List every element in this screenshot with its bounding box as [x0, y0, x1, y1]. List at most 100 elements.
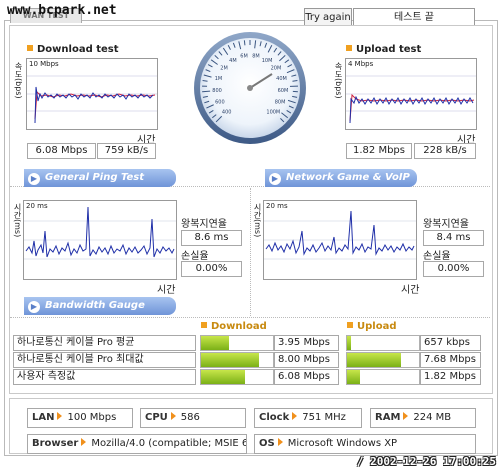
gauge-tick-label: 800 — [212, 88, 222, 94]
game-chart: 20 ms — [263, 200, 417, 280]
divider — [250, 188, 251, 316]
clock-info: Clock 751 MHz — [254, 408, 362, 428]
capture-timestamp: / 2002-12-26 17:00:25 — [356, 455, 496, 468]
ping-scale: 20 ms — [26, 202, 48, 210]
ping-axis-label: 시간(ms) — [13, 203, 22, 238]
upload-title: Upload test — [346, 44, 421, 55]
gauge-tick-label: 100M — [266, 109, 280, 115]
upload-bar-fill — [347, 353, 401, 367]
download-bar — [200, 352, 274, 368]
bandwidth-row-label: 하나로통신 케이블 Pro 최대값 — [13, 352, 196, 368]
upload-kbs: 228 kB/s — [414, 143, 476, 159]
gauge-tick-label: 2M — [220, 66, 228, 72]
upload-bar — [346, 335, 420, 351]
ping-loss-value: 0.00% — [181, 261, 242, 277]
download-value: 8.00 Mbps — [274, 352, 339, 368]
gauge-tick-label: 40M — [276, 76, 287, 82]
gauge-tick — [202, 90, 211, 93]
game-scale: 20 ms — [266, 202, 288, 210]
download-bar — [200, 335, 274, 351]
download-bar-fill — [201, 370, 245, 384]
bullet-icon — [347, 322, 353, 328]
gauge-hub — [247, 85, 253, 91]
game-axis-label: 시간(ms) — [253, 203, 262, 238]
upload-value: 1.82 Mbps — [420, 369, 481, 385]
upload-value: 7.68 Mbps — [420, 352, 481, 368]
gauge-tick-label: 60M — [278, 88, 289, 94]
game-loss-value: 0.00% — [423, 261, 484, 277]
download-bar-fill — [201, 353, 259, 367]
site-watermark: www.bcpark.net — [7, 3, 117, 18]
download-value: 3.95 Mbps — [274, 335, 339, 351]
bandwidth-download-header: Download — [201, 321, 267, 332]
speed-gauge: 400 600 800 1M 2M 4M 6M 8M 10M 20M 40M 60M 80M 100M — [192, 30, 308, 146]
upload-bar-fill — [347, 336, 352, 350]
bullet-icon — [346, 45, 352, 51]
upload-bar — [346, 369, 420, 385]
os-info: OS Microsoft Windows XP — [254, 434, 476, 454]
arrow-icon — [170, 412, 176, 420]
download-graph — [27, 75, 157, 124]
gauge-tick-label: 4M — [229, 58, 237, 64]
game-latency-label: 왕복지연율 — [423, 219, 469, 230]
arrow-icon — [277, 438, 283, 446]
upload-bar-fill — [347, 370, 360, 384]
arrow-icon — [403, 412, 409, 420]
arrow-right-icon: ▶ — [28, 301, 40, 313]
game-test-banner: ▶ Network Game & VoIP Test — [265, 169, 417, 201]
game-loss-label: 손실율 — [423, 251, 451, 262]
browser-info: Browser Mozilla/4.0 (compatible; MSIE 6.0 — [27, 434, 247, 454]
gauge-tick-label: 400 — [222, 109, 232, 115]
download-scale: 10 Mbps — [29, 60, 59, 68]
game-time-label: 시간 — [401, 285, 420, 296]
gauge-tick — [243, 40, 246, 46]
upload-mbps: 1.82 Mbps — [346, 143, 412, 159]
speed-gauge-dial: 400 600 800 1M 2M4M6M 8M10M 20M 40M 60M 80M 100M — [194, 32, 306, 144]
divider — [10, 317, 490, 318]
arrow-right-icon: ▶ — [269, 173, 281, 185]
upload-graph — [346, 75, 476, 124]
ping-chart: 20 ms — [23, 200, 177, 280]
bandwidth-row-label: 하나로통신 케이블 Pro 평균 — [13, 335, 196, 351]
upload-axis-label: 속도(bps) — [334, 62, 343, 99]
arrow-icon — [292, 412, 298, 420]
download-axis-label: 속도(bps) — [14, 62, 23, 99]
download-mbps: 6.08 Mbps — [27, 143, 96, 159]
ping-loss-label: 손실율 — [181, 251, 209, 262]
arrow-icon — [81, 438, 87, 446]
gauge-tick-label: 6M — [240, 54, 248, 60]
download-title: Download test — [27, 44, 119, 55]
gauge-tick-label: 1M — [215, 76, 223, 82]
ping-time-label: 시간 — [157, 285, 176, 296]
game-latency-value: 8.4 ms — [423, 230, 484, 246]
download-value: 6.08 Mbps — [274, 369, 339, 385]
upload-scale: 4 Mbps — [348, 60, 374, 68]
bandwidth-row-label: 사용자 측정값 — [13, 369, 196, 385]
download-kbs: 759 kB/s — [97, 143, 156, 159]
gauge-tick-label: 20M — [271, 66, 282, 72]
bandwidth-gauge-banner: ▶ Bandwidth Gauge — [24, 297, 176, 315]
ping-graph — [24, 206, 176, 260]
lan-info: LAN 100 Mbps — [27, 408, 133, 428]
upload-value: 657 kbps — [420, 335, 481, 351]
ram-info: RAM 224 MB — [370, 408, 476, 428]
upload-chart: 4 Mbps — [345, 58, 477, 130]
ping-test-banner: ▶ General Ping Test — [24, 169, 176, 187]
gauge-tick-label: 80M — [275, 100, 286, 106]
game-graph — [264, 210, 416, 260]
cpu-info: CPU 586 — [140, 408, 246, 428]
arrow-right-icon: ▶ — [28, 173, 40, 185]
download-chart: 10 Mbps — [26, 58, 158, 130]
ping-latency-label: 왕복지연율 — [181, 219, 227, 230]
download-bar-fill — [201, 336, 230, 350]
upload-bar — [346, 352, 420, 368]
bullet-icon — [201, 322, 207, 328]
bullet-icon — [27, 45, 33, 51]
gauge-tick-label: 600 — [215, 100, 225, 106]
gauge-tick-label: 8M — [252, 54, 260, 60]
bandwidth-upload-header: Upload — [347, 321, 396, 332]
ping-latency-value: 8.6 ms — [181, 230, 242, 246]
gauge-tick-label: 10M — [262, 58, 273, 64]
arrow-icon — [57, 412, 63, 420]
download-bar — [200, 369, 274, 385]
